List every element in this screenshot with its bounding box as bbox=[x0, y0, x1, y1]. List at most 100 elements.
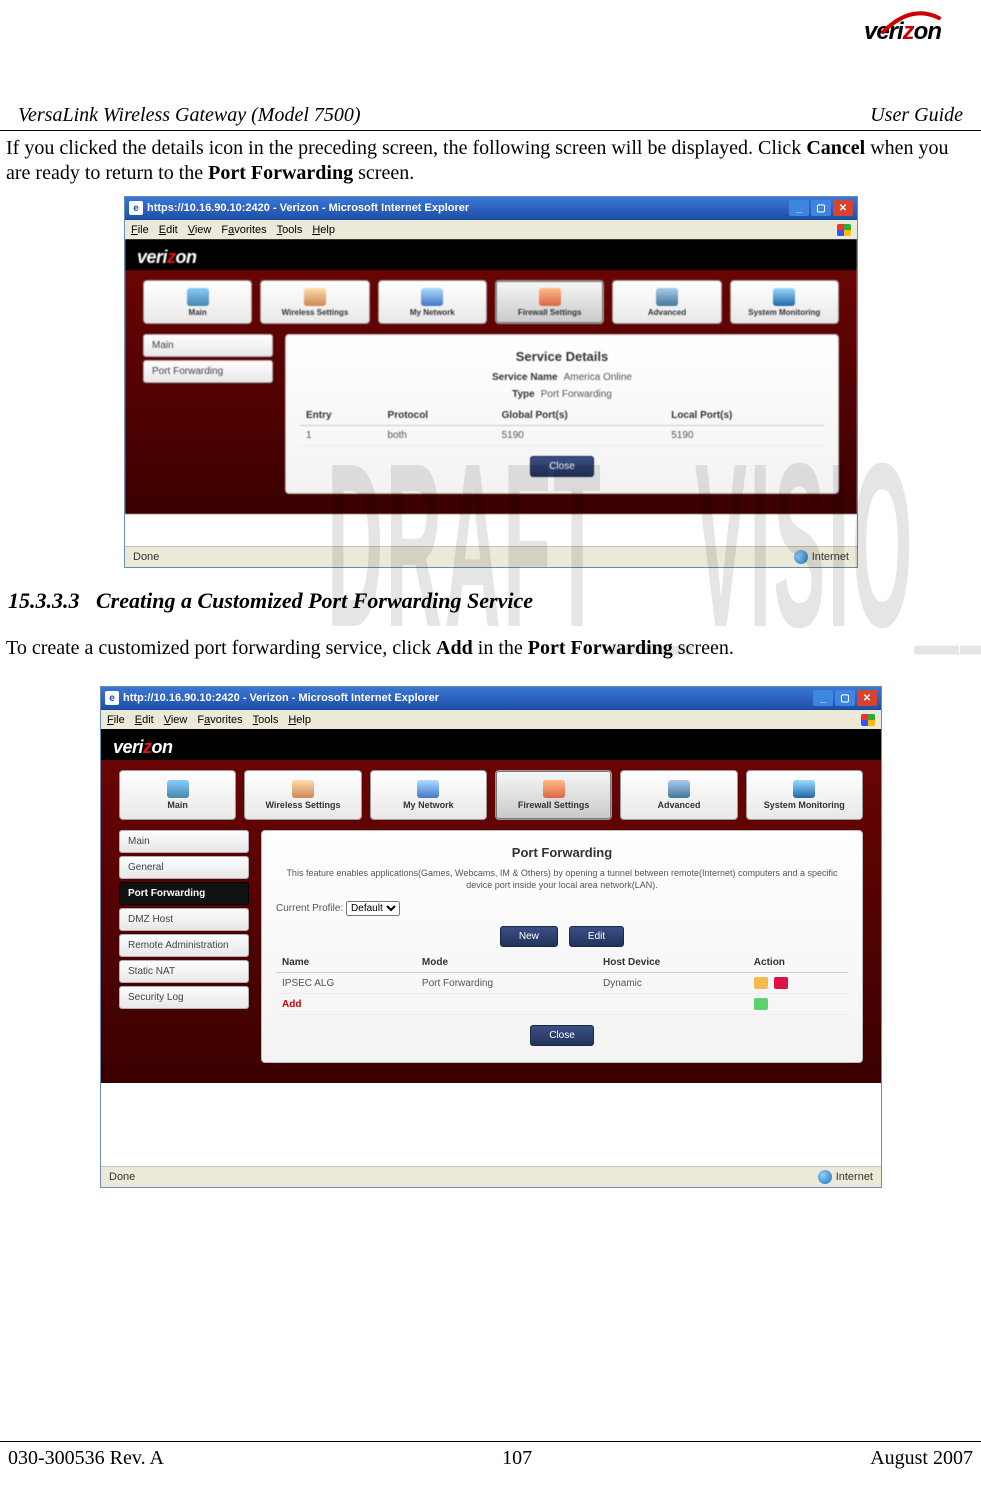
windows-flag-icon bbox=[859, 712, 877, 728]
menu-favorites[interactable]: Favorites bbox=[221, 224, 266, 236]
nav-firewall[interactable]: Firewall Settings bbox=[495, 770, 612, 820]
side-portforwarding[interactable]: Port Forwarding bbox=[143, 360, 273, 383]
text: screen. bbox=[353, 162, 414, 184]
ie-icon: e bbox=[129, 201, 143, 215]
close-button[interactable]: ✕ bbox=[833, 200, 853, 216]
minimize-button[interactable]: _ bbox=[789, 200, 809, 216]
close-pill-button[interactable]: Close bbox=[530, 1025, 594, 1046]
nav-label: Wireless Settings bbox=[266, 800, 341, 810]
nav-label: System Monitoring bbox=[748, 308, 820, 317]
window-titlebar: e http://10.16.90.10:2420 - Verizon - Mi… bbox=[101, 687, 881, 710]
menu-file[interactable]: File bbox=[131, 224, 149, 236]
menu-help[interactable]: Help bbox=[288, 714, 311, 726]
router-page: verizon Main Wireless Settings My Networ… bbox=[101, 729, 881, 1083]
new-button[interactable]: New bbox=[500, 926, 558, 947]
menu-file[interactable]: File bbox=[107, 714, 125, 726]
table-row: 1 both 5190 5190 bbox=[300, 426, 824, 446]
menu-favorites[interactable]: Favorites bbox=[197, 714, 242, 726]
value: America Online bbox=[564, 372, 632, 383]
label: Type bbox=[512, 389, 535, 400]
cell: 1 bbox=[300, 426, 382, 446]
menu-help[interactable]: Help bbox=[312, 224, 335, 236]
menu-edit[interactable]: Edit bbox=[159, 224, 178, 236]
nav-firewall[interactable]: Firewall Settings bbox=[495, 280, 604, 324]
nav-label: Advanced bbox=[657, 800, 700, 810]
add-link[interactable]: Add bbox=[276, 994, 416, 1015]
maximize-button[interactable]: ▢ bbox=[811, 200, 831, 216]
section-heading: 15.3.3.3 Creating a Customized Port Forw… bbox=[8, 588, 533, 614]
window-titlebar: e https://10.16.90.10:2420 - Verizon - M… bbox=[125, 197, 857, 220]
add-icon[interactable] bbox=[754, 998, 768, 1010]
header-right: User Guide bbox=[870, 104, 963, 127]
nav-advanced[interactable]: Advanced bbox=[612, 280, 721, 324]
text-bold: Port Forwarding bbox=[528, 637, 673, 659]
nav-system[interactable]: System Monitoring bbox=[730, 280, 839, 324]
minimize-button[interactable]: _ bbox=[813, 690, 833, 706]
port-forwarding-panel: Port Forwarding This feature enables app… bbox=[261, 830, 863, 1063]
section-title: Creating a Customized Port Forwarding Se… bbox=[96, 588, 533, 613]
menu-edit[interactable]: Edit bbox=[135, 714, 154, 726]
page-footer: 030-300536 Rev. A 107 August 2007 bbox=[8, 1447, 973, 1470]
col-host: Host Device bbox=[597, 953, 748, 973]
cell: 5190 bbox=[496, 426, 666, 446]
window-title: http://10.16.90.10:2420 - Verizon - Micr… bbox=[123, 692, 813, 704]
wireless-icon bbox=[292, 780, 314, 798]
profile-select[interactable]: Default bbox=[346, 901, 400, 916]
nav-system[interactable]: System Monitoring bbox=[746, 770, 863, 820]
menu-view[interactable]: View bbox=[164, 714, 188, 726]
maximize-button[interactable]: ▢ bbox=[835, 690, 855, 706]
side-remoteadmin[interactable]: Remote Administration bbox=[119, 934, 249, 957]
footer-page: 107 bbox=[502, 1447, 532, 1470]
panel-description: This feature enables applications(Games,… bbox=[276, 868, 848, 891]
nav-advanced[interactable]: Advanced bbox=[620, 770, 737, 820]
menu-tools[interactable]: Tools bbox=[253, 714, 279, 726]
forwarding-table: Name Mode Host Device Action IPSEC ALG P… bbox=[276, 953, 848, 1015]
delete-icon[interactable] bbox=[774, 977, 788, 989]
nav-mynetwork[interactable]: My Network bbox=[378, 280, 487, 324]
swoosh-icon bbox=[881, 10, 941, 34]
wireless-icon bbox=[304, 288, 326, 306]
service-details-panel: Service Details Service Name America Onli… bbox=[285, 334, 839, 494]
edit-button[interactable]: Edit bbox=[569, 926, 624, 947]
close-pill-button[interactable]: Close bbox=[530, 456, 594, 477]
nav-wireless[interactable]: Wireless Settings bbox=[244, 770, 361, 820]
nav-main[interactable]: Main bbox=[143, 280, 252, 324]
close-button[interactable]: ✕ bbox=[857, 690, 877, 706]
nav-mynetwork[interactable]: My Network bbox=[370, 770, 487, 820]
side-main[interactable]: Main bbox=[143, 334, 273, 357]
network-icon bbox=[417, 780, 439, 798]
cell: Dynamic bbox=[597, 973, 748, 994]
header-left: VersaLink Wireless Gateway (Model 7500) bbox=[18, 104, 361, 127]
menu-tools[interactable]: Tools bbox=[277, 224, 303, 236]
side-staticnat[interactable]: Static NAT bbox=[119, 960, 249, 983]
paragraph-2: To create a customized port forwarding s… bbox=[6, 636, 975, 661]
nav-label: Firewall Settings bbox=[518, 308, 582, 317]
side-menu: Main Port Forwarding bbox=[143, 334, 273, 386]
footer-right: August 2007 bbox=[870, 1447, 973, 1470]
menu-view[interactable]: View bbox=[188, 224, 212, 236]
profile-label: Current Profile: bbox=[276, 903, 343, 914]
nav-main[interactable]: Main bbox=[119, 770, 236, 820]
nav-label: Main bbox=[167, 800, 188, 810]
side-main[interactable]: Main bbox=[119, 830, 249, 853]
header-rule bbox=[0, 130, 981, 131]
side-general[interactable]: General bbox=[119, 856, 249, 879]
add-row[interactable]: Add bbox=[276, 994, 848, 1015]
edit-icon[interactable] bbox=[754, 977, 768, 989]
status-text: Done bbox=[109, 1171, 135, 1183]
globe-icon bbox=[818, 1170, 832, 1184]
label: Service Name bbox=[492, 372, 558, 383]
value: Port Forwarding bbox=[541, 389, 612, 400]
window-title: https://10.16.90.10:2420 - Verizon - Mic… bbox=[147, 202, 789, 214]
col-local: Local Port(s) bbox=[665, 406, 824, 426]
side-portforwarding[interactable]: Port Forwarding bbox=[119, 882, 249, 905]
side-dmz[interactable]: DMZ Host bbox=[119, 908, 249, 931]
verizon-logo-top: verizon bbox=[811, 18, 941, 46]
panel-title: Service Details bbox=[300, 349, 824, 364]
text: in the bbox=[473, 637, 528, 659]
cell: IPSEC ALG bbox=[276, 973, 416, 994]
nav-wireless[interactable]: Wireless Settings bbox=[260, 280, 369, 324]
firewall-icon bbox=[543, 780, 565, 798]
side-securitylog[interactable]: Security Log bbox=[119, 986, 249, 1009]
col-entry: Entry bbox=[300, 406, 382, 426]
